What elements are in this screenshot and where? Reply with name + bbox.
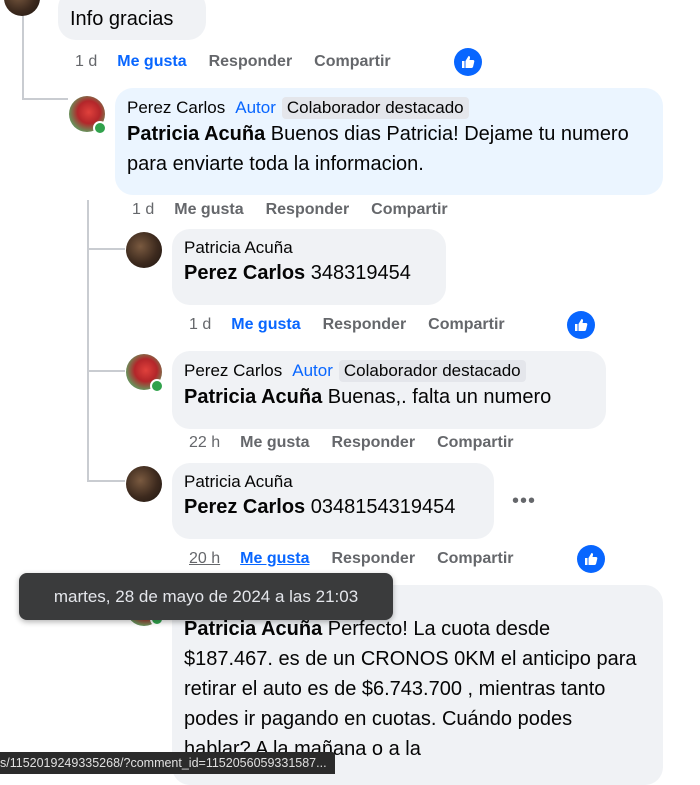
reply-button[interactable]: Responder xyxy=(209,53,293,70)
thread-connector xyxy=(87,248,125,250)
comment-author-name[interactable]: Perez Carlos xyxy=(184,361,282,380)
share-button[interactable]: Compartir xyxy=(371,201,447,218)
status-url-bar: s/1152019249335268/?comment_id=115205605… xyxy=(0,752,335,774)
reply-button[interactable]: Responder xyxy=(323,316,407,333)
like-button[interactable]: Me gusta xyxy=(240,550,309,567)
comment-text: Patricia Acuña Perfecto! La cuota desde … xyxy=(184,618,637,760)
comment-actions: 22 h Me gusta Responder Compartir xyxy=(189,434,536,452)
comment-actions: 1 d Me gusta Responder Compartir xyxy=(132,201,470,219)
comment-text: Patricia Acuña Buenas,. falta un numero xyxy=(184,386,552,408)
avatar[interactable] xyxy=(126,466,162,502)
like-reaction-icon[interactable] xyxy=(454,48,482,76)
comment-header: Perez Carlos Autor Colaborador destacado xyxy=(127,97,651,119)
mention-link[interactable]: Patricia Acuña xyxy=(184,386,322,408)
mention-link[interactable]: Patricia Acuña xyxy=(184,618,322,640)
like-button[interactable]: Me gusta xyxy=(231,316,300,333)
comment-author-name[interactable]: Patricia Acuña xyxy=(184,472,482,492)
reply-button[interactable]: Responder xyxy=(331,550,415,567)
author-label: Autor xyxy=(292,361,333,380)
timestamp-tooltip: martes, 28 de mayo de 2024 a las 21:03 xyxy=(19,573,393,620)
contributor-badge: Colaborador destacado xyxy=(338,360,526,382)
comment-text: Perez Carlos 348319454 xyxy=(184,262,411,284)
avatar[interactable] xyxy=(126,232,162,268)
comment-author-name[interactable]: Perez Carlos xyxy=(127,98,225,117)
comment-actions: 20 h Me gusta Responder Compartir xyxy=(189,550,536,568)
avatar[interactable] xyxy=(4,0,40,16)
online-status-icon xyxy=(150,379,164,393)
online-status-icon xyxy=(93,121,107,135)
reply-button[interactable]: Responder xyxy=(331,434,415,451)
share-button[interactable]: Compartir xyxy=(437,550,513,567)
comment-bubble: Patricia Acuña Perez Carlos 348319454 xyxy=(172,229,446,305)
thread-connector xyxy=(87,370,125,372)
comment-bubble: Info gracias xyxy=(58,0,206,40)
share-button[interactable]: Compartir xyxy=(314,53,390,70)
share-button[interactable]: Compartir xyxy=(437,434,513,451)
comment-bubble: Patricia Acuña Perez Carlos 034815431945… xyxy=(172,463,494,539)
thread-line xyxy=(87,200,89,480)
mention-link[interactable]: Perez Carlos xyxy=(184,262,305,284)
comment-time[interactable]: 20 h xyxy=(189,550,220,567)
comment-text: Info gracias xyxy=(70,8,174,30)
comment-author-name[interactable]: Patricia Acuña xyxy=(184,238,434,258)
comment-bubble: Perez Carlos Autor Colaborador destacado P… xyxy=(115,88,663,195)
like-reaction-icon[interactable] xyxy=(577,545,605,573)
comment-time[interactable]: 22 h xyxy=(189,434,220,451)
like-reaction-icon[interactable] xyxy=(567,311,595,339)
like-button[interactable]: Me gusta xyxy=(174,201,243,218)
share-button[interactable]: Compartir xyxy=(428,316,504,333)
more-options-icon[interactable]: ••• xyxy=(512,490,536,513)
comment-time[interactable]: 1 d xyxy=(132,201,154,218)
comment-actions: 1 d Me gusta Responder Compartir xyxy=(75,53,413,71)
comment-time[interactable]: 1 d xyxy=(75,53,97,70)
like-button[interactable]: Me gusta xyxy=(240,434,309,451)
mention-link[interactable]: Patricia Acuña xyxy=(127,123,265,145)
comment-time[interactable]: 1 d xyxy=(189,316,211,333)
comment-text: Patricia Acuña Buenos dias Patricia! Dej… xyxy=(127,123,629,175)
mention-link[interactable]: Perez Carlos xyxy=(184,496,305,518)
comment-text: Perez Carlos 0348154319454 xyxy=(184,496,456,518)
comment-header: Perez Carlos Autor Colaborador destacado xyxy=(184,360,594,382)
comment-actions: 1 d Me gusta Responder Compartir xyxy=(189,316,527,334)
reply-button[interactable]: Responder xyxy=(266,201,350,218)
contributor-badge: Colaborador destacado xyxy=(281,97,469,119)
author-label: Autor xyxy=(235,98,276,117)
thread-connector xyxy=(87,480,125,482)
like-button[interactable]: Me gusta xyxy=(117,53,186,70)
comment-bubble: Perez Carlos Autor Colaborador destacado P… xyxy=(172,351,606,429)
thread-connector xyxy=(22,98,68,100)
